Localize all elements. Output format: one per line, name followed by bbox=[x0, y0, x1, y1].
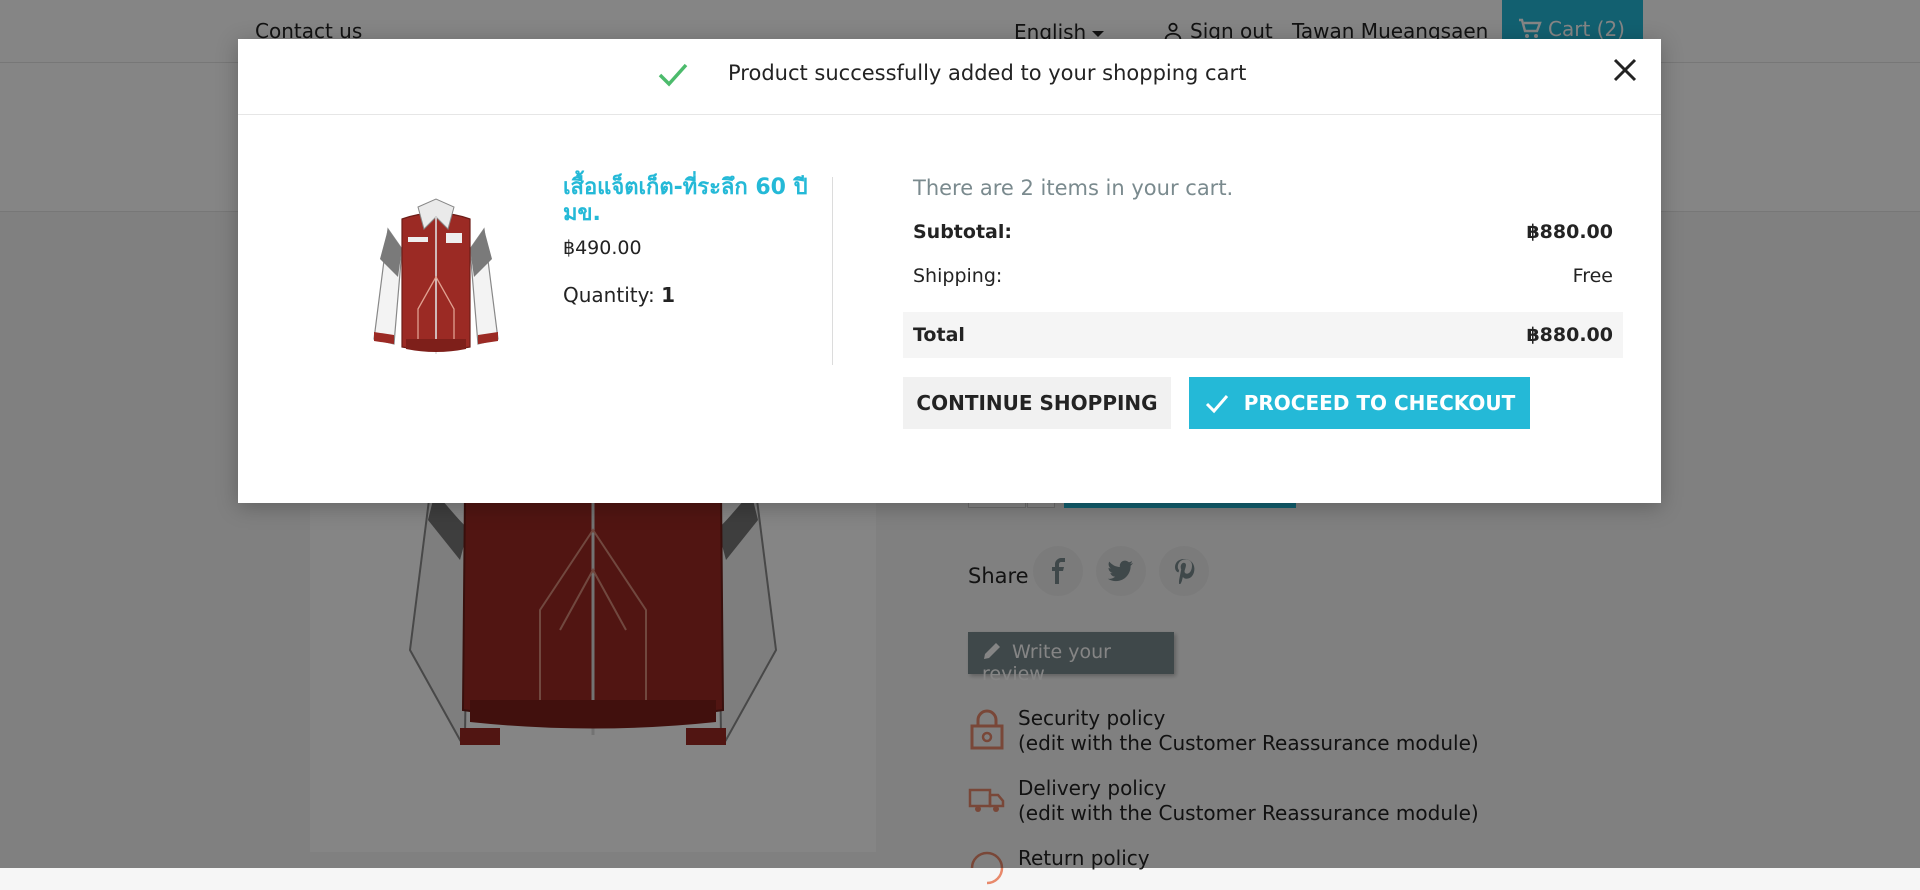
modal-divider bbox=[832, 177, 833, 365]
total-value: ฿880.00 bbox=[1526, 324, 1613, 346]
product-quantity: Quantity: 1 bbox=[563, 283, 675, 307]
product-price: ฿490.00 bbox=[563, 237, 642, 259]
quantity-label: Quantity: bbox=[563, 283, 655, 307]
modal-title: Product successfully added to your shopp… bbox=[728, 61, 1247, 85]
subtotal-label: Subtotal: bbox=[913, 221, 1012, 243]
checkmark-icon bbox=[1205, 395, 1228, 414]
close-icon[interactable] bbox=[1610, 55, 1640, 85]
cart-item-count: There are 2 items in your cart. bbox=[913, 176, 1234, 200]
proceed-to-checkout-label: PROCEED TO CHECKOUT bbox=[1243, 391, 1516, 415]
quantity-value: 1 bbox=[661, 283, 675, 307]
continue-shopping-label: CONTINUE SHOPPING bbox=[916, 391, 1158, 415]
add-to-cart-modal: Product successfully added to your shopp… bbox=[238, 39, 1661, 503]
continue-shopping-button[interactable]: CONTINUE SHOPPING bbox=[903, 377, 1171, 429]
subtotal-value: ฿880.00 bbox=[1526, 221, 1613, 243]
shipping-row: Shipping: Free bbox=[903, 257, 1623, 297]
total-row: Total ฿880.00 bbox=[903, 312, 1623, 358]
subtotal-row: Subtotal: ฿880.00 bbox=[903, 213, 1623, 253]
shipping-label: Shipping: bbox=[913, 265, 1003, 287]
product-jacket-image bbox=[373, 198, 499, 354]
checkmark-icon bbox=[658, 63, 688, 87]
proceed-to-checkout-button[interactable]: PROCEED TO CHECKOUT bbox=[1189, 377, 1530, 429]
product-name: เสื้อแจ็ตเก็ต-ที่ระลึก 60 ปี มข. bbox=[563, 175, 808, 226]
shipping-value: Free bbox=[1572, 265, 1613, 287]
total-label: Total bbox=[913, 324, 965, 346]
modal-header: Product successfully added to your shopp… bbox=[238, 39, 1661, 115]
